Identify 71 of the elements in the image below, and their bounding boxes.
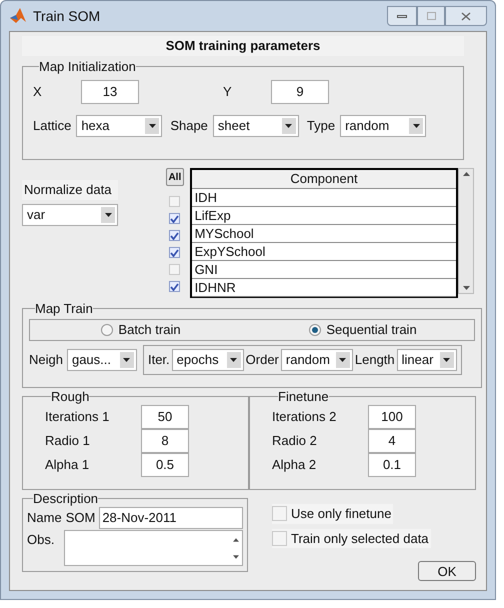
dropdown[interactable]: random	[280, 349, 353, 371]
dropdown[interactable]: sheet	[212, 115, 299, 137]
input-field[interactable]: 100	[368, 405, 416, 429]
scroll-down-icon[interactable]	[462, 286, 470, 290]
table-cell[interactable]: MYSchool	[192, 225, 456, 243]
checkbox[interactable]	[169, 281, 180, 292]
dropdown-label: Shape	[170, 117, 208, 136]
field-label: Alpha 1	[45, 456, 90, 474]
option-checkbox[interactable]: Train only selected data	[272, 528, 431, 548]
dropdown[interactable]: random	[340, 115, 426, 137]
obs-label: Obs.	[27, 531, 56, 549]
close-icon	[461, 12, 471, 20]
column-header: Component	[192, 170, 456, 189]
radio-option[interactable]: Sequential train	[252, 320, 474, 340]
name-label: Name	[27, 509, 62, 528]
maximize-button[interactable]	[417, 6, 445, 26]
dropdown[interactable]: gaus...	[66, 349, 137, 371]
minimize-button[interactable]	[387, 6, 417, 26]
close-button[interactable]	[445, 6, 487, 26]
input-field[interactable]: 8	[141, 429, 189, 453]
group-title: Rough	[51, 390, 90, 403]
field-label: Y	[223, 83, 233, 102]
checkbox[interactable]	[169, 247, 180, 258]
name-field[interactable]: 28-Nov-2011	[99, 507, 243, 529]
input-field[interactable]: 4	[368, 429, 416, 453]
field-label: Iterations 1	[45, 408, 110, 426]
window-title: Train SOM	[33, 6, 100, 26]
obs-field[interactable]	[64, 530, 243, 566]
input-field[interactable]: 0.1	[368, 453, 416, 477]
dropdown-label: Lattice	[33, 117, 72, 136]
table-cell[interactable]: ExpYSchool	[192, 243, 456, 261]
dropdown-label: Length	[354, 351, 395, 370]
input-field[interactable]: 9	[271, 80, 329, 104]
field-label: X	[33, 83, 43, 102]
scroll-up-icon[interactable]	[462, 172, 470, 176]
dropdown-label: Type	[306, 117, 336, 136]
option-checkbox[interactable]: Use only finetune	[272, 504, 394, 524]
dropdown[interactable]: epochs	[172, 349, 244, 371]
dropdown[interactable]: linear	[396, 349, 457, 371]
table-cell[interactable]: GNI	[192, 261, 456, 279]
field-label: Radio 2	[272, 432, 318, 450]
normalize-label: Normalize data	[22, 180, 118, 200]
app-logo-icon	[9, 7, 27, 25]
dropdown[interactable]: hexa	[76, 115, 162, 137]
group-title: Map Train	[35, 302, 93, 315]
all-button[interactable]: All	[166, 168, 184, 186]
field-label: Radio 1	[45, 432, 91, 450]
name-prefix: SOM	[66, 509, 96, 528]
table-cell[interactable]: LifExp	[192, 207, 456, 225]
group-title: Finetune	[278, 390, 329, 403]
field-label: Iterations 2	[272, 408, 338, 426]
checkbox[interactable]	[169, 213, 180, 224]
scrollbar[interactable]	[458, 168, 474, 294]
dialog-header: SOM training parameters	[22, 36, 464, 56]
input-field[interactable]: 50	[141, 405, 189, 429]
dropdown-label: Iter.	[148, 351, 170, 370]
group-title: Map Initialization	[39, 60, 136, 73]
ok-button[interactable]: OK	[418, 561, 476, 581]
table-cell[interactable]: IDHNR	[192, 279, 456, 297]
scroll-up-icon[interactable]	[233, 538, 239, 542]
checkbox[interactable]	[169, 230, 180, 241]
input-field[interactable]: 0.5	[141, 453, 189, 477]
dropdown-label: Order	[246, 351, 279, 370]
radio-option[interactable]: Batch train	[30, 320, 252, 340]
table-cell[interactable]: IDH	[192, 189, 456, 207]
field-label: Alpha 2	[272, 456, 318, 474]
scroll-down-icon[interactable]	[233, 554, 239, 558]
dropdown-label: Neigh	[29, 351, 63, 370]
dropdown[interactable]: var	[22, 204, 118, 226]
group-title: Description	[33, 492, 98, 505]
input-field[interactable]: 13	[81, 80, 139, 104]
